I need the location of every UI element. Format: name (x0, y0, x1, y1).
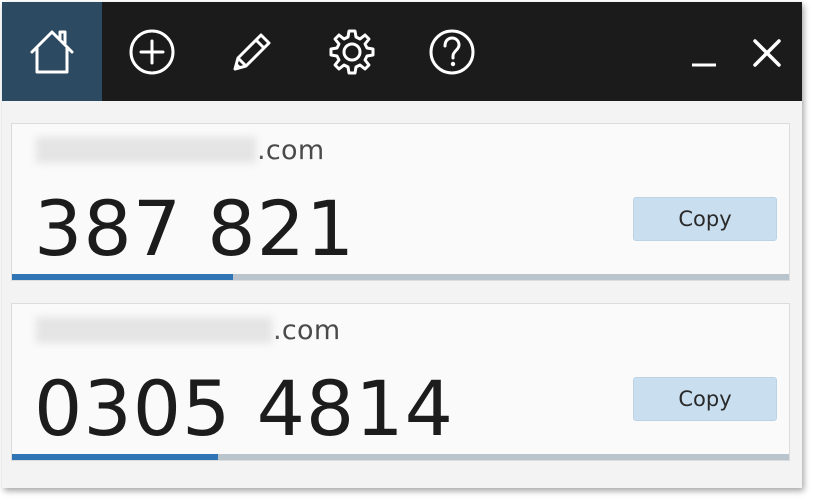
domain-suffix: .com (273, 314, 341, 346)
toolbar (2, 2, 802, 101)
copy-button[interactable]: Copy (633, 377, 777, 421)
minimize-button[interactable] (684, 28, 724, 78)
home-icon (30, 30, 74, 73)
minimize-icon (692, 63, 716, 67)
account-card: .com 387 821 Copy (11, 123, 790, 281)
gear-icon (329, 29, 375, 74)
add-button[interactable] (102, 2, 202, 101)
pencil-icon (233, 33, 271, 70)
progress-bar (12, 274, 789, 280)
redacted-domain (36, 317, 272, 343)
copy-button[interactable]: Copy (633, 197, 777, 241)
accounts-list: .com 387 821 Copy .com 0305 4814 Copy (2, 101, 802, 488)
settings-button[interactable] (302, 2, 402, 101)
close-button[interactable] (747, 28, 787, 78)
plus-circle-icon (129, 29, 175, 74)
progress-fill (12, 454, 218, 460)
edit-button[interactable] (202, 2, 302, 101)
account-card: .com 0305 4814 Copy (11, 303, 790, 461)
domain-suffix: .com (257, 134, 325, 166)
progress-fill (12, 274, 234, 280)
authenticator-window: .com 387 821 Copy .com 0305 4814 Copy (2, 2, 802, 488)
close-icon (753, 39, 781, 67)
redacted-domain (36, 137, 256, 163)
help-button[interactable] (402, 2, 502, 101)
otp-code: 387 821 (34, 184, 356, 273)
home-button[interactable] (2, 2, 102, 101)
account-domain: .com (36, 132, 324, 168)
account-domain: .com (36, 312, 340, 348)
question-circle-icon (429, 29, 475, 74)
progress-bar (12, 454, 789, 460)
otp-code: 0305 4814 (34, 364, 454, 453)
